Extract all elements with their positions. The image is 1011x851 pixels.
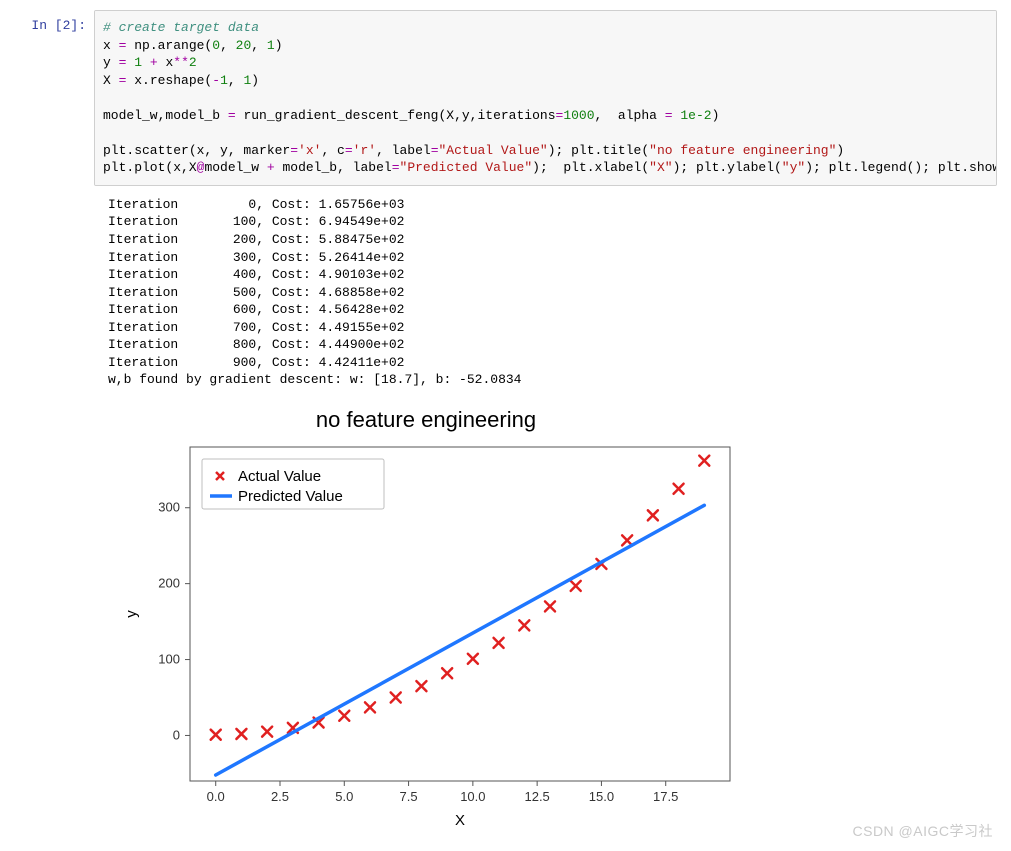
code-source: # create target data x = np.arange(0, 20… xyxy=(103,19,988,177)
code-input[interactable]: # create target data x = np.arange(0, 20… xyxy=(94,10,997,186)
svg-text:5.0: 5.0 xyxy=(335,789,353,804)
svg-text:10.0: 10.0 xyxy=(460,789,485,804)
cell-prompt: In [2]: xyxy=(14,10,86,33)
svg-text:17.5: 17.5 xyxy=(653,789,678,804)
svg-text:200: 200 xyxy=(158,576,180,591)
chart-figure: 0.0 2.5 5.0 7.5 10.0 12.5 15.0 17.5 0 100 200 300 Xy… xyxy=(108,437,748,837)
svg-text:y: y xyxy=(123,610,140,618)
svg-text:Predicted Value: Predicted Value xyxy=(238,488,343,505)
svg-text:12.5: 12.5 xyxy=(524,789,549,804)
svg-text:0: 0 xyxy=(173,727,180,742)
chart-output: no feature engineering 0.0 2.5 5.0 7.5 10.0 1… xyxy=(108,407,997,841)
svg-text:X: X xyxy=(455,812,465,829)
svg-text:2.5: 2.5 xyxy=(271,789,289,804)
svg-text:15.0: 15.0 xyxy=(589,789,614,804)
svg-text:Actual Value: Actual Value xyxy=(238,468,321,485)
svg-text:0.0: 0.0 xyxy=(207,789,225,804)
svg-text:7.5: 7.5 xyxy=(400,789,418,804)
code-cell: In [2]: # create target data x = np.aran… xyxy=(14,10,997,186)
chart-title: no feature engineering xyxy=(156,407,696,433)
watermark-text: CSDN @AIGC学习社 xyxy=(853,821,994,841)
svg-text:300: 300 xyxy=(158,500,180,515)
stdout-text: Iteration 0, Cost: 1.65756e+03 Iteration… xyxy=(108,196,997,389)
svg-text:100: 100 xyxy=(158,651,180,666)
cell-output: Iteration 0, Cost: 1.65756e+03 Iteration… xyxy=(108,196,997,389)
